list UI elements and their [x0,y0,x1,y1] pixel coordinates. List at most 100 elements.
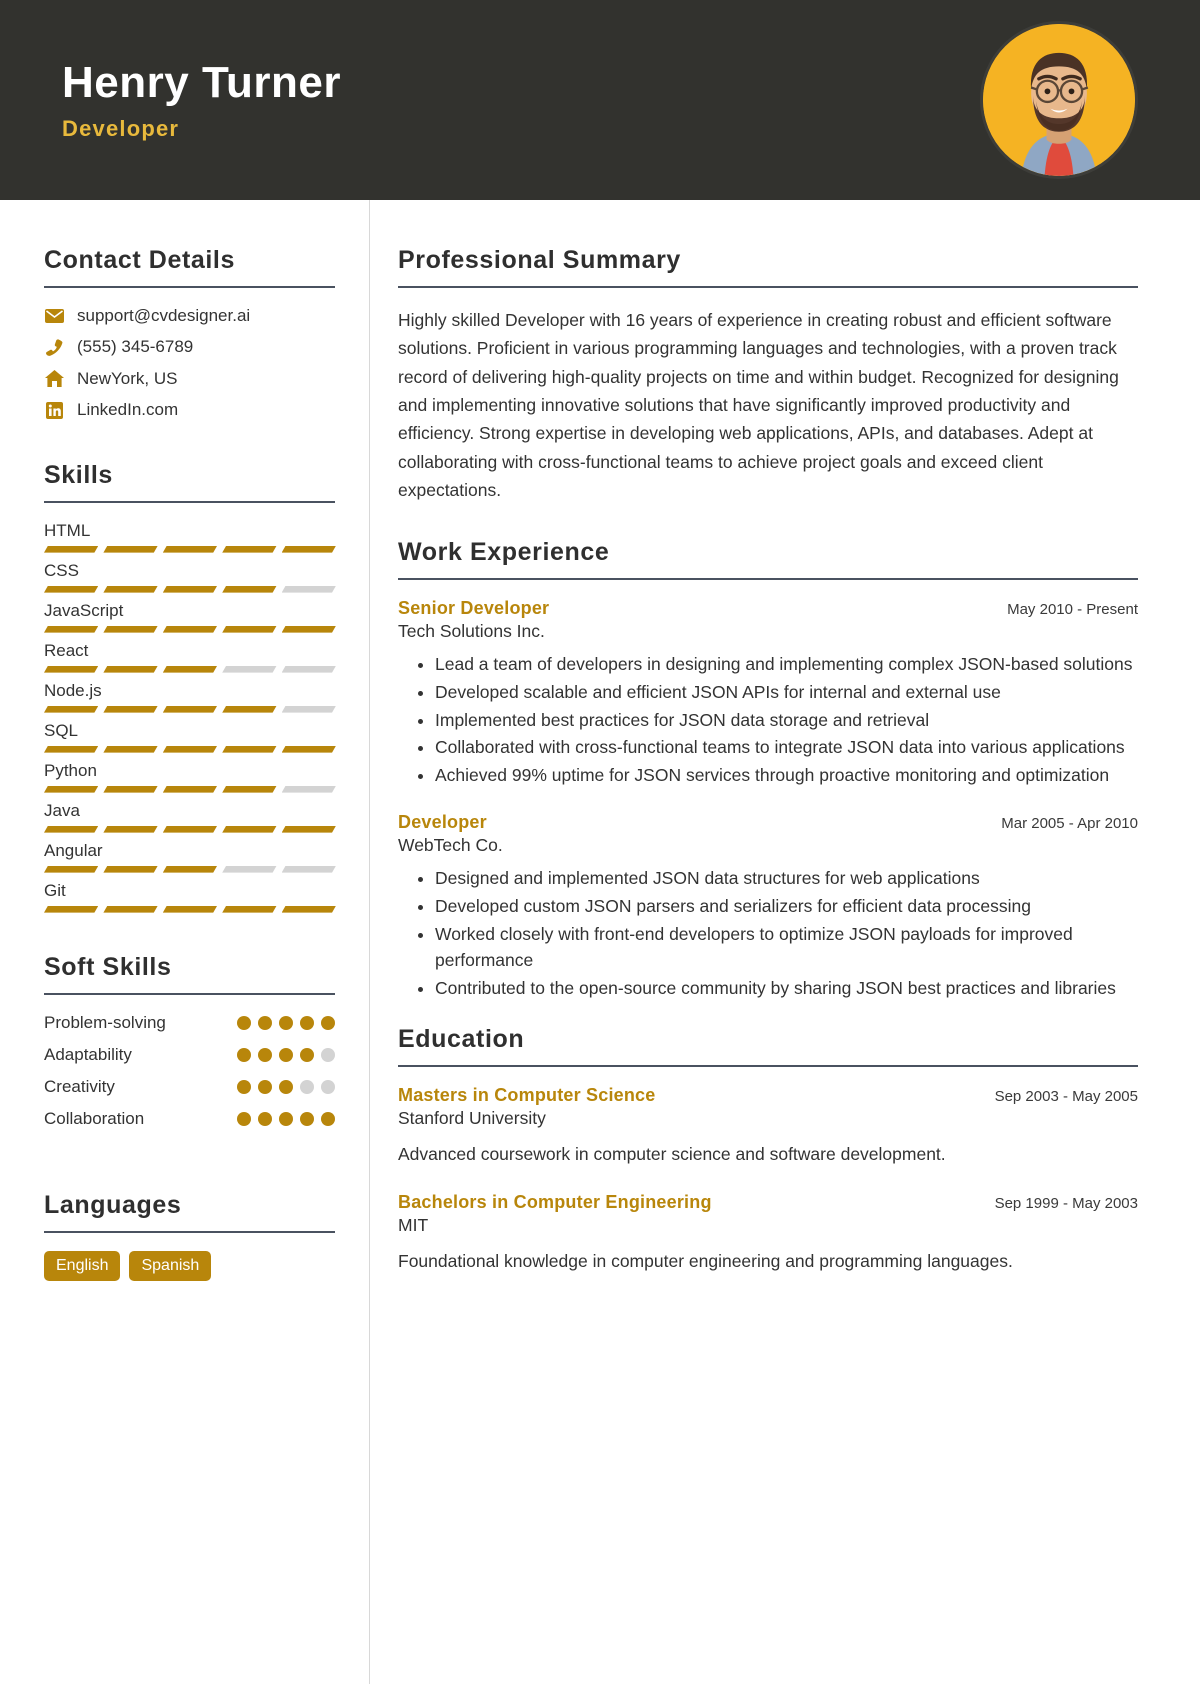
soft-skill-name: Creativity [44,1076,115,1096]
contact-value-linkedin: LinkedIn.com [77,400,179,420]
skill-level-segment [163,906,217,913]
skill-level-segment [282,746,336,753]
avatar [980,21,1138,179]
skill-level-segment [222,786,276,793]
skill-name: JavaScript [44,600,124,620]
skill-level-bar [44,546,336,553]
contact-list: support@cvdesigner.ai (555) 345-6789 New… [44,306,335,421]
work-bullet: Designed and implemented JSON data struc… [435,865,1138,892]
resume-header: Henry Turner Developer [0,0,1200,200]
skill-level-bar [44,746,336,753]
skill-name: SQL [44,720,79,740]
work-entry-date: May 2010 - Present [1007,601,1138,619]
languages-heading: Languages [44,1190,182,1219]
skill-level-segment [44,906,98,913]
contact-divider [44,286,335,288]
skill-level-segment [103,586,157,593]
education-entry-institution: Stanford University [398,1108,546,1129]
education-entry: Bachelors in Computer Engineering Sep 199… [398,1192,1138,1274]
skill-name: Angular [44,840,103,860]
education-entry-header: Bachelors in Computer Engineering Sep 199… [398,1192,1138,1213]
education-entry-date: Sep 1999 - May 2003 [994,1194,1138,1212]
work-entry-organization: WebTech Co. [398,835,503,856]
skill-item: SQL [44,721,335,753]
skills-heading: Skills [44,460,113,489]
soft-skill-rating [237,1047,335,1062]
soft-skill-rating [237,1015,335,1030]
soft-skill-row: Creativity [44,1077,335,1097]
skill-level-segment [44,546,98,553]
skill-level-segment [44,626,98,633]
rating-dot [321,1047,335,1062]
rating-dot [279,1015,293,1030]
rating-dot [279,1079,293,1094]
skill-level-segment [44,586,98,593]
work-heading: Work Experience [398,538,610,567]
contact-heading: Contact Details [44,246,235,274]
section-soft-skills: Soft Skills Problem-solving Adaptability C… [44,953,335,1129]
work-entry: Senior Developer May 2010 - Present Tech S… [398,598,1138,788]
education-entry-institution: MIT [398,1214,429,1235]
section-skills: Skills HTML CSS JavaScript React Node.js SQL P… [44,461,335,913]
work-entry-title: Developer [398,812,487,833]
work-bullet: Collaborated with cross-functional teams… [435,734,1138,761]
skill-level-segment [44,706,98,713]
contact-item-email[interactable]: support@cvdesigner.ai [44,306,335,326]
skill-level-segment [163,546,217,553]
work-entry-bullets: Lead a team of developers in designing a… [398,651,1138,788]
skill-level-segment [103,626,157,633]
language-chip[interactable]: English [44,1250,121,1282]
rating-dot [300,1111,314,1126]
soft-skills-divider [44,992,335,995]
work-bullet: Contributed to the open-source community… [435,975,1138,1002]
skill-name: Java [44,800,80,820]
skill-item: Python [44,761,335,793]
skills-list: HTML CSS JavaScript React Node.js SQL Python Ja… [44,521,335,913]
language-chip[interactable]: Spanish [129,1250,212,1282]
skill-level-bar [44,786,336,793]
rating-dot [300,1047,314,1062]
skill-level-bar [44,826,336,833]
section-languages: Languages English Spanish [44,1191,335,1282]
skill-level-segment [103,866,157,873]
full-name: Henry Turner [62,57,342,107]
contact-item-linkedin[interactable]: LinkedIn.com [44,400,335,420]
work-entry-header: Senior Developer May 2010 - Present [398,598,1138,619]
header-identity: Henry Turner Developer [62,58,341,143]
soft-skill-row: Collaboration [44,1109,335,1129]
soft-skill-name: Adaptability [44,1044,132,1064]
summary-heading: Professional Summary [398,246,681,274]
skill-level-segment [282,586,336,593]
education-entry-degree: Masters in Computer Science [398,1085,656,1106]
skill-level-segment [222,546,276,553]
skill-item: Node.js [44,681,335,713]
skill-level-segment [222,626,276,633]
skill-item: HTML [44,521,335,553]
skill-level-segment [163,826,217,833]
skill-level-segment [282,906,336,913]
skill-level-segment [282,546,336,553]
soft-skill-name: Problem-solving [44,1012,166,1032]
section-education: Education Masters in Computer Science Sep… [398,1025,1138,1274]
contact-item-phone[interactable]: (555) 345-6789 [44,337,335,357]
skill-level-segment [163,666,217,673]
rating-dot [279,1047,293,1062]
skill-level-segment [222,666,276,673]
rating-dot [237,1047,251,1062]
skill-item: Java [44,801,335,833]
skill-level-segment [282,826,336,833]
skill-level-segment [222,866,276,873]
skill-name: Node.js [44,680,102,700]
contact-item-location[interactable]: NewYork, US [44,369,335,389]
rating-dot [321,1015,335,1030]
skill-level-segment [163,626,217,633]
education-entry: Masters in Computer Science Sep 2003 - Ma… [398,1085,1138,1167]
skill-item: React [44,641,335,673]
soft-skills-list: Problem-solving Adaptability Creativity Col… [44,1013,335,1129]
rating-dot [258,1047,272,1062]
work-entry-list: Senior Developer May 2010 - Present Tech S… [398,598,1138,1001]
skill-level-segment [103,826,157,833]
soft-skill-name: Collaboration [44,1108,145,1128]
main-content: Professional Summary Highly skilled Deve… [370,200,1200,1684]
skill-level-segment [44,866,98,873]
